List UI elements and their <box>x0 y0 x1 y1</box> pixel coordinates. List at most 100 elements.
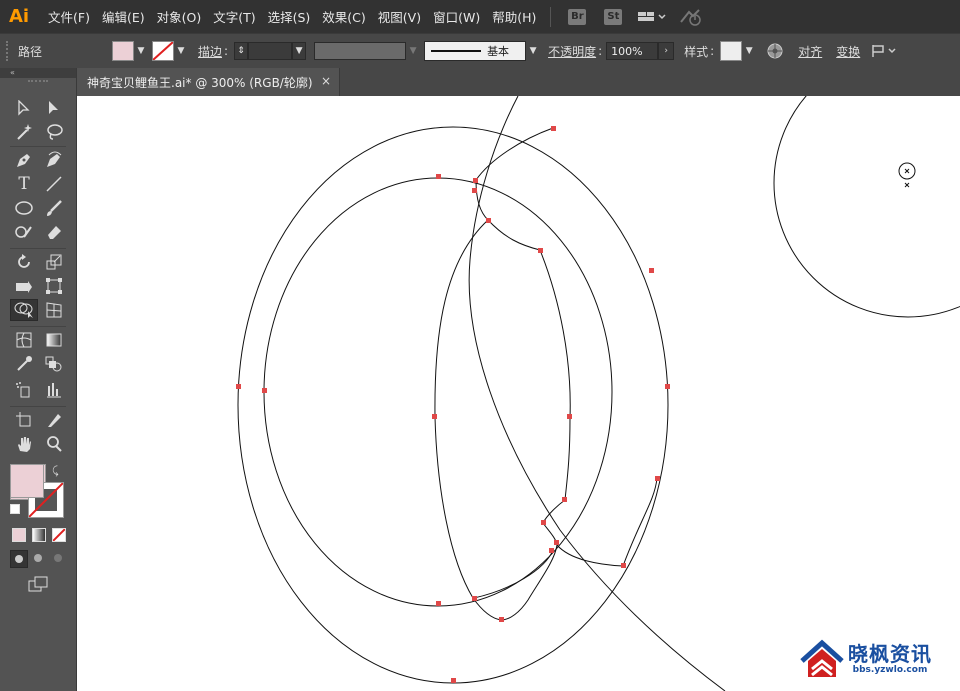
menu-select[interactable]: 选择(S) <box>262 7 317 26</box>
anchor-point <box>436 601 441 606</box>
variable-width-profile[interactable] <box>314 42 407 60</box>
style-label: 样式 <box>684 44 709 59</box>
selection-tool-icon[interactable] <box>12 98 36 118</box>
inner-ellipse-path <box>263 177 613 607</box>
stroke-weight-dropdown-icon[interactable]: ▼ <box>292 42 307 60</box>
width-tool-icon[interactable] <box>12 276 36 296</box>
pen-tool-icon[interactable] <box>12 150 36 170</box>
none-mode-button[interactable] <box>52 528 66 542</box>
opacity-colon: : <box>598 44 603 58</box>
gpu-performance-icon[interactable] <box>679 8 703 26</box>
screen-mode-icon[interactable] <box>28 576 50 595</box>
stroke-weight-field[interactable] <box>248 42 293 60</box>
curvature-tool-icon[interactable] <box>42 150 66 170</box>
eyedropper-tool-icon[interactable] <box>12 354 36 374</box>
anchor-point <box>551 126 556 131</box>
opacity-field[interactable]: 100% <box>606 42 659 60</box>
variable-width-dropdown-icon[interactable]: ▼ <box>406 41 420 61</box>
menu-view[interactable]: 视图(V) <box>372 7 427 26</box>
free-transform-tool-icon[interactable] <box>42 276 66 296</box>
slice-tool-icon[interactable] <box>42 410 66 430</box>
style-dropdown-icon[interactable]: ▼ <box>742 41 756 61</box>
recolor-artwork-icon[interactable] <box>766 42 784 60</box>
app-logo: Ai <box>8 6 30 27</box>
stroke-label[interactable]: 描边 <box>198 43 222 60</box>
anchor-point <box>538 248 543 253</box>
menu-file[interactable]: 文件(F) <box>42 7 96 26</box>
artboard-tool-icon[interactable] <box>12 410 36 430</box>
menu-type[interactable]: 文字(T) <box>207 7 261 26</box>
anchor-point <box>549 548 554 553</box>
swap-fill-stroke-icon[interactable]: ⤹ <box>52 464 59 478</box>
fill-dropdown-icon[interactable]: ▼ <box>134 41 148 61</box>
graphic-style-swatch[interactable] <box>720 41 743 61</box>
column-graph-tool-icon[interactable] <box>42 380 66 400</box>
shape-builder-tool-icon[interactable] <box>10 299 38 321</box>
type-tool-icon[interactable]: T <box>12 174 36 194</box>
fill-swatch[interactable] <box>112 41 134 61</box>
opacity-label[interactable]: 不透明度 <box>548 43 596 60</box>
stock-button[interactable]: St <box>604 8 623 25</box>
draw-normal-icon[interactable] <box>10 550 28 568</box>
blend-tool-icon[interactable] <box>42 354 66 374</box>
magic-wand-tool-icon[interactable] <box>12 122 36 142</box>
lasso-tool-icon[interactable] <box>42 122 66 142</box>
align-link[interactable]: 对齐 <box>798 43 822 60</box>
hand-tool-icon[interactable] <box>12 434 36 454</box>
menu-effect[interactable]: 效果(C) <box>316 7 371 26</box>
anchor-point <box>432 414 437 419</box>
zoom-tool-icon[interactable] <box>42 434 66 454</box>
stroke-weight-stepper[interactable]: ⇕ <box>234 42 249 60</box>
workspace-layout-icon[interactable] <box>637 9 667 25</box>
direct-selection-tool-icon[interactable] <box>42 98 66 118</box>
perspective-grid-tool-icon[interactable] <box>42 300 66 320</box>
menu-window[interactable]: 窗口(W) <box>427 7 486 26</box>
artboard-canvas[interactable]: 晓枫资讯 bbs.yzwlo.com <box>77 96 960 691</box>
shaper-tool-icon[interactable] <box>12 222 36 242</box>
brush-definition-field[interactable]: 基本 <box>424 41 527 61</box>
watermark-url: bbs.yzwlo.com <box>852 665 928 675</box>
anchor-point <box>473 178 478 183</box>
tools-separator <box>10 146 66 147</box>
document-tab[interactable]: 神奇宝贝鲤鱼王.ai* @ 300% (RGB/轮廓) × <box>77 68 340 96</box>
panel-grip[interactable] <box>6 41 12 61</box>
menu-edit[interactable]: 编辑(E) <box>96 7 151 26</box>
stroke-colon: : <box>224 44 229 58</box>
style-colon: : <box>710 44 715 58</box>
close-tab-icon[interactable]: × <box>321 74 331 88</box>
artwork-outline[interactable] <box>77 96 960 691</box>
scale-tool-icon[interactable] <box>42 252 66 272</box>
tools-panel-grip[interactable] <box>28 80 48 84</box>
rotate-tool-icon[interactable] <box>12 252 36 272</box>
default-fill-stroke-icon[interactable] <box>10 504 20 514</box>
opacity-arrow-icon[interactable]: › <box>658 42 675 60</box>
stroke-swatch[interactable] <box>152 41 174 61</box>
anchor-points <box>236 126 670 683</box>
arrange-documents-icon[interactable] <box>870 43 900 59</box>
eraser-tool-icon[interactable] <box>42 222 66 242</box>
menu-help[interactable]: 帮助(H) <box>486 7 542 26</box>
menu-object[interactable]: 对象(O) <box>151 7 208 26</box>
draw-inside-icon[interactable] <box>50 550 66 566</box>
color-mode-button[interactable] <box>12 528 26 542</box>
mesh-tool-icon[interactable] <box>12 330 36 350</box>
transform-link[interactable]: 变换 <box>836 43 860 60</box>
brush-dropdown-icon[interactable]: ▼ <box>526 41 540 61</box>
paintbrush-tool-icon[interactable] <box>42 198 66 218</box>
ellipse-tool-icon[interactable] <box>12 198 36 218</box>
tools-separator <box>10 406 66 407</box>
brush-definition-label: 基本 <box>487 45 510 58</box>
line-tool-icon[interactable] <box>42 174 66 194</box>
draw-behind-icon[interactable] <box>30 550 46 566</box>
bridge-button[interactable]: Br <box>568 8 587 25</box>
gradient-mode-button[interactable] <box>32 528 46 542</box>
symbol-sprayer-tool-icon[interactable] <box>12 380 36 400</box>
fill-color-swatch-front[interactable] <box>10 464 44 498</box>
menu-bar: Ai 文件(F) 编辑(E) 对象(O) 文字(T) 选择(S) 效果(C) 视… <box>0 0 960 33</box>
gradient-tool-icon[interactable] <box>42 330 66 350</box>
lower-curve-path <box>473 549 554 599</box>
stroke-dropdown-icon[interactable]: ▼ <box>174 41 188 61</box>
anchor-point <box>562 497 567 502</box>
collapse-panel-icon[interactable]: « <box>0 68 76 78</box>
tools-panel: « T ⤹ <box>0 68 77 691</box>
